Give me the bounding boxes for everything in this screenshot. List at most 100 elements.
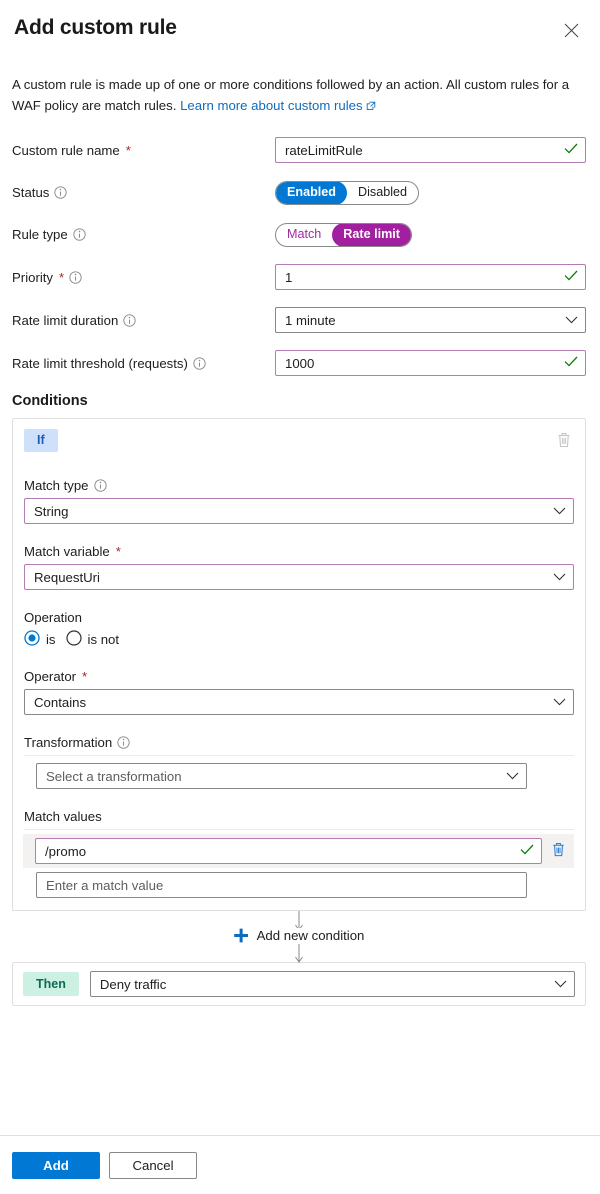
plus-icon: [234, 928, 249, 943]
rule-type-toggle[interactable]: Match Rate limit: [275, 223, 412, 247]
custom-rule-name-input[interactable]: [275, 137, 586, 163]
operator-value: Contains: [34, 695, 543, 710]
operation-radio-is-label: is: [46, 632, 56, 647]
form-row-rule-type: Rule type Match Rate limit: [12, 222, 586, 247]
transformation-placeholder: Select a transformation: [46, 769, 496, 784]
info-icon[interactable]: [73, 228, 86, 241]
radio-selected-icon: [24, 630, 40, 649]
add-custom-rule-dialog: Add custom rule A custom rule is made up…: [0, 0, 600, 1194]
match-type-field-wrap: String: [24, 498, 574, 524]
trash-icon: [551, 841, 566, 861]
radio-unselected-icon: [66, 630, 82, 649]
operation-radio-is[interactable]: is: [24, 630, 56, 649]
status-field-wrap: Enabled Disabled: [275, 181, 586, 205]
operation-radio-is-not[interactable]: is not: [66, 630, 120, 649]
then-action-card: Then Deny traffic: [12, 962, 586, 1006]
rate-limit-threshold-label: Rate limit threshold (requests): [12, 356, 275, 371]
conditions-section-title: Conditions: [12, 393, 588, 409]
rate-limit-duration-field-wrap: 1 minute: [275, 307, 586, 333]
match-type-select[interactable]: String: [24, 498, 574, 524]
match-type-label-text: Match type: [24, 478, 89, 493]
custom-rule-name-text[interactable]: [285, 143, 555, 158]
learn-more-label: Learn more about custom rules: [180, 98, 363, 113]
operation-label: Operation: [24, 610, 574, 625]
dialog-footer: Add Cancel: [0, 1135, 600, 1194]
status-toggle[interactable]: Enabled Disabled: [275, 181, 419, 205]
operation-label-text: Operation: [24, 610, 82, 625]
condition-connector: Add new condition: [12, 911, 586, 962]
match-variable-value: RequestUri: [34, 570, 543, 585]
transformation-field-wrap: Select a transformation: [36, 763, 527, 789]
match-values-label-text: Match values: [24, 809, 102, 824]
match-variable-select[interactable]: RequestUri: [24, 564, 574, 590]
info-icon[interactable]: [54, 186, 67, 199]
priority-input[interactable]: [275, 264, 586, 290]
info-icon[interactable]: [117, 736, 130, 749]
status-option-disabled[interactable]: Disabled: [347, 181, 418, 205]
rate-limit-duration-value: 1 minute: [285, 313, 555, 328]
rate-limit-duration-select[interactable]: 1 minute: [275, 307, 586, 333]
match-variable-label: Match variable*: [24, 544, 574, 559]
priority-text[interactable]: [285, 270, 555, 285]
form-row-rate-limit-threshold: Rate limit threshold (requests): [12, 350, 586, 376]
match-variable-field-wrap: RequestUri: [24, 564, 574, 590]
status-option-enabled[interactable]: Enabled: [276, 181, 347, 205]
info-icon[interactable]: [94, 479, 107, 492]
operator-label: Operator*: [24, 669, 574, 684]
external-link-icon: [366, 96, 376, 117]
rule-type-field-wrap: Match Rate limit: [275, 223, 586, 247]
add-button[interactable]: Add: [12, 1152, 100, 1179]
form-row-priority: Priority *: [12, 264, 586, 290]
rule-type-label: Rule type: [12, 227, 275, 242]
rule-type-label-text: Rule type: [12, 227, 68, 242]
then-action-select[interactable]: Deny traffic: [90, 971, 575, 997]
rate-limit-threshold-input[interactable]: [275, 350, 586, 376]
rate-limit-duration-label-text: Rate limit duration: [12, 313, 118, 328]
delete-match-value-button[interactable]: [549, 839, 568, 863]
cancel-button[interactable]: Cancel: [109, 1152, 197, 1179]
form-row-status: Status Enabled Disabled: [12, 180, 586, 205]
info-icon[interactable]: [193, 357, 206, 370]
info-icon[interactable]: [69, 271, 82, 284]
match-value-text[interactable]: [45, 844, 511, 859]
rule-form: Custom rule name* Status Ena: [0, 137, 600, 376]
transformation-label-text: Transformation: [24, 735, 112, 750]
priority-label-text: Priority: [12, 270, 53, 285]
match-value-input[interactable]: [35, 838, 542, 864]
required-marker: *: [82, 669, 87, 684]
rule-type-option-match[interactable]: Match: [276, 223, 332, 247]
new-match-value-text[interactable]: [46, 878, 496, 893]
required-marker: *: [59, 270, 64, 285]
match-value-row: [23, 834, 574, 868]
condition-operation-group: Operation is is not: [24, 610, 574, 649]
transformation-select[interactable]: Select a transformation: [36, 763, 527, 789]
match-type-value: String: [34, 504, 543, 519]
rule-name-label: Custom rule name*: [12, 143, 275, 158]
rate-limit-threshold-text[interactable]: [285, 356, 555, 371]
delete-condition-button[interactable]: [554, 429, 574, 454]
operator-select[interactable]: Contains: [24, 689, 574, 715]
condition-operator-group: Operator* Contains: [24, 669, 574, 715]
status-label-text: Status: [12, 185, 49, 200]
required-marker: *: [126, 143, 131, 158]
operation-radio-group: is is not: [24, 630, 574, 649]
close-icon[interactable]: [558, 17, 584, 43]
learn-more-link[interactable]: Learn more about custom rules: [180, 98, 376, 113]
then-action-value: Deny traffic: [100, 977, 544, 992]
rule-type-option-rate-limit[interactable]: Rate limit: [332, 223, 411, 247]
rate-limit-threshold-field-wrap: [275, 350, 586, 376]
condition-card-header: If: [24, 429, 574, 454]
new-match-value-input[interactable]: [36, 872, 527, 898]
form-row-rule-name: Custom rule name*: [12, 137, 586, 163]
info-icon[interactable]: [123, 314, 136, 327]
page-title: Add custom rule: [14, 14, 177, 42]
status-label: Status: [12, 185, 275, 200]
dialog-header: Add custom rule: [0, 0, 600, 43]
match-values-list: [24, 829, 574, 898]
transformation-field-row: Select a transformation: [24, 755, 574, 789]
condition-match-values-group: Match values: [24, 809, 574, 898]
match-value-field-wrap: [35, 838, 542, 864]
operation-radio-is-not-label: is not: [88, 632, 120, 647]
if-badge: If: [24, 429, 58, 452]
add-new-condition-button[interactable]: Add new condition: [226, 928, 373, 943]
